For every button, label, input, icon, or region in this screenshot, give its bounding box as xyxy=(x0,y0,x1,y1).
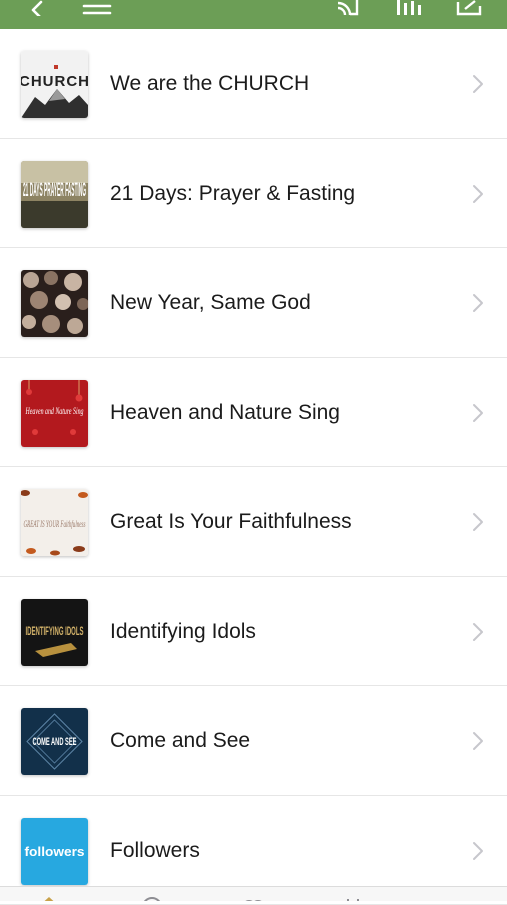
thumbnail-image: CHURCH xyxy=(21,51,88,118)
series-title: Great Is Your Faithfulness xyxy=(110,467,352,576)
series-title: We are the CHURCH xyxy=(110,29,309,138)
series-title: 21 Days: Prayer & Fasting xyxy=(110,139,355,248)
list-item[interactable]: COME AND SEE Come and See xyxy=(0,686,507,796)
thumbnail-image: GREAT IS YOUR Faithfulness xyxy=(21,489,88,556)
thumbnail-text: IDENTIFYING IDOLS xyxy=(26,624,84,638)
thumbnail-image: Heaven and Nature Sing xyxy=(21,380,88,447)
thumbnail-image: IDENTIFYING IDOLS xyxy=(21,599,88,666)
list-item[interactable]: CHURCH We are the CHURCH xyxy=(0,29,507,139)
thumbnail-text: followers xyxy=(25,844,85,859)
chevron-right-icon xyxy=(471,840,485,862)
list-item[interactable]: GREAT IS YOUR Faithfulness Great Is Your… xyxy=(0,467,507,577)
list-item[interactable]: Heaven and Nature Sing Heaven and Nature… xyxy=(0,358,507,468)
series-title: New Year, Same God xyxy=(110,248,311,357)
chevron-right-icon xyxy=(471,730,485,752)
menu-icon[interactable] xyxy=(82,0,112,16)
series-title: Heaven and Nature Sing xyxy=(110,358,340,467)
series-title: Come and See xyxy=(110,686,250,795)
thumbnail-text: CHURCH xyxy=(21,73,88,90)
thumbnail-text: COME AND SEE xyxy=(33,736,77,748)
chevron-right-icon xyxy=(471,511,485,533)
bookmark-icon[interactable] xyxy=(340,895,366,901)
list-item[interactable]: 21 DAYS PRAYER FASTING 21 Days: Prayer &… xyxy=(0,139,507,249)
thumbnail-image xyxy=(21,270,88,337)
chevron-right-icon xyxy=(471,402,485,424)
chevron-right-icon xyxy=(471,183,485,205)
share-icon[interactable] xyxy=(455,0,485,16)
thumbnail-image: 21 DAYS PRAYER FASTING xyxy=(21,161,88,228)
list-item[interactable]: IDENTIFYING IDOLS Identifying Idols xyxy=(0,577,507,687)
search-icon[interactable] xyxy=(139,895,165,901)
chevron-right-icon xyxy=(471,292,485,314)
back-icon[interactable] xyxy=(26,0,46,16)
chevron-right-icon xyxy=(471,621,485,643)
cast-icon[interactable] xyxy=(334,0,368,16)
thumbnail-image: followers xyxy=(21,818,88,885)
thumbnail-text: Heaven and Nature Sing xyxy=(25,406,84,416)
thumbnail-text: GREAT IS YOUR Faithfulness xyxy=(24,519,86,529)
chevron-right-icon xyxy=(471,73,485,95)
home-icon[interactable] xyxy=(36,895,62,901)
thumbnail-image: COME AND SEE xyxy=(21,708,88,775)
thumbnail-text: 21 DAYS PRAYER FASTING xyxy=(23,180,86,201)
bottom-tab-bar xyxy=(0,886,507,901)
list-item[interactable]: New Year, Same God xyxy=(0,248,507,358)
people-icon[interactable] xyxy=(240,895,266,901)
audio-icon[interactable] xyxy=(395,0,427,16)
series-list: CHURCH We are the CHURCH 21 DAYS PRAYER … xyxy=(0,29,507,905)
top-navigation-bar xyxy=(0,0,507,29)
series-title: Identifying Idols xyxy=(110,577,256,686)
